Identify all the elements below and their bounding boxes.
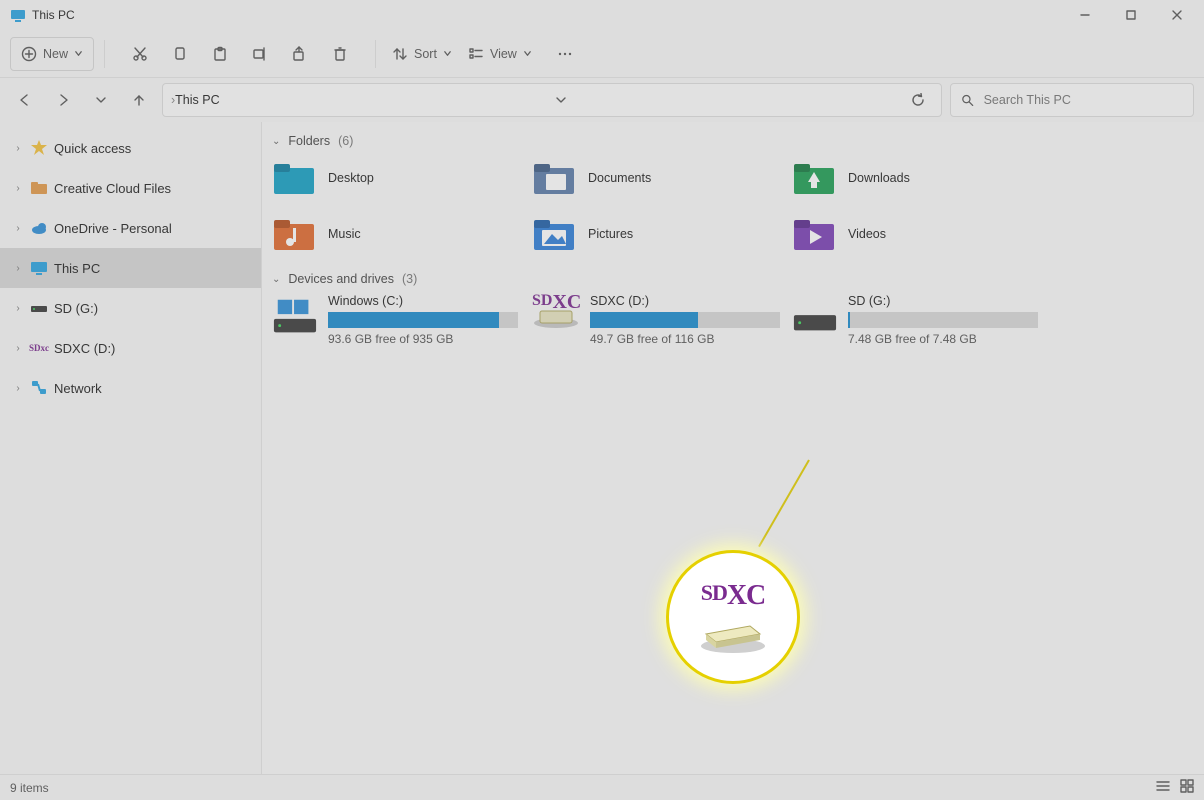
- status-bar: 9 items: [0, 774, 1204, 800]
- chevron-right-icon[interactable]: ›: [12, 383, 24, 394]
- videos-folder-icon: [792, 216, 836, 252]
- pictures-folder-icon: [532, 216, 576, 252]
- window-title: This PC: [32, 8, 75, 22]
- address-dropdown[interactable]: [546, 85, 576, 115]
- copy-button[interactable]: [165, 37, 195, 71]
- share-button[interactable]: [285, 37, 315, 71]
- sort-button[interactable]: Sort: [386, 37, 458, 71]
- refresh-button[interactable]: [903, 85, 933, 115]
- minimize-button[interactable]: [1062, 0, 1108, 30]
- sidebar-item-network[interactable]: › Network: [0, 368, 261, 408]
- chevron-right-icon[interactable]: ›: [12, 183, 24, 194]
- music-folder-icon: [272, 216, 316, 252]
- app-icon: [10, 7, 26, 23]
- new-button[interactable]: New: [10, 37, 94, 71]
- view-button[interactable]: View: [462, 37, 538, 71]
- paste-button[interactable]: [205, 37, 235, 71]
- storage-bar: [848, 312, 1038, 328]
- up-button[interactable]: [124, 85, 154, 115]
- folder-icon: [30, 179, 48, 197]
- chevron-right-icon[interactable]: ›: [12, 143, 24, 154]
- sdxc-drive-icon: SDXC: [532, 294, 580, 338]
- search-icon: [961, 93, 974, 107]
- maximize-button[interactable]: [1108, 0, 1154, 30]
- delete-button[interactable]: [325, 37, 355, 71]
- address-bar[interactable]: › This PC: [162, 83, 942, 117]
- sort-label: Sort: [414, 47, 437, 61]
- sidebar-item-onedrive[interactable]: › OneDrive - Personal: [0, 208, 261, 248]
- icons-view-button[interactable]: [1180, 779, 1194, 796]
- sidebar-label: Network: [54, 381, 102, 396]
- sidebar-label: SDXC (D:): [54, 341, 115, 356]
- sidebar-label: SD (G:): [54, 301, 98, 316]
- sidebar-item-sdxc-d[interactable]: › SDxc SDXC (D:): [0, 328, 261, 368]
- storage-bar: [590, 312, 780, 328]
- sidebar-item-sd-g[interactable]: › SD (G:): [0, 288, 261, 328]
- chevron-right-icon[interactable]: ›: [12, 343, 24, 354]
- sidebar-label: Creative Cloud Files: [54, 181, 171, 196]
- breadcrumb[interactable]: This PC: [175, 93, 219, 107]
- folders-header[interactable]: ⌄ Folders (6): [272, 134, 1204, 148]
- chevron-down-icon[interactable]: ⌄: [272, 136, 280, 147]
- chevron-down-icon[interactable]: ⌄: [272, 274, 280, 285]
- sidebar-item-creative-cloud[interactable]: › Creative Cloud Files: [0, 168, 261, 208]
- cut-button[interactable]: [125, 37, 155, 71]
- documents-folder-icon: [532, 160, 576, 196]
- navbar: › This PC: [0, 78, 1204, 122]
- close-button[interactable]: [1154, 0, 1200, 30]
- folder-downloads[interactable]: Downloads: [792, 156, 1052, 200]
- star-icon: [30, 139, 48, 157]
- sidebar-item-this-pc[interactable]: › This PC: [0, 248, 261, 288]
- recent-dropdown[interactable]: [86, 85, 116, 115]
- search-input[interactable]: [984, 93, 1183, 107]
- cloud-icon: [30, 219, 48, 237]
- drive-sdxc-d[interactable]: SDXC SDXC (D:) 49.7 GB free of 116 GB: [532, 294, 792, 346]
- drives-header[interactable]: ⌄ Devices and drives (3): [272, 272, 1204, 286]
- cardreader-icon: [698, 614, 768, 654]
- ext-drive-icon: [792, 294, 838, 338]
- sidebar-item-quick-access[interactable]: › Quick access: [0, 128, 261, 168]
- folder-desktop[interactable]: Desktop: [272, 156, 532, 200]
- folder-music[interactable]: Music: [272, 212, 532, 256]
- titlebar: This PC: [0, 0, 1204, 30]
- drive-windows-c[interactable]: Windows (C:) 93.6 GB free of 935 GB: [272, 294, 532, 346]
- folder-documents[interactable]: Documents: [532, 156, 792, 200]
- item-count: 9 items: [10, 781, 49, 795]
- drive-sd-g[interactable]: SD (G:) 7.48 GB free of 7.48 GB: [792, 294, 1052, 346]
- storage-bar: [328, 312, 518, 328]
- sdxc-icon: SDxc: [30, 339, 48, 357]
- os-drive-icon: [272, 294, 318, 338]
- search-bar[interactable]: [950, 83, 1194, 117]
- desktop-folder-icon: [272, 160, 316, 196]
- sidebar-label: This PC: [54, 261, 100, 276]
- network-icon: [30, 379, 48, 397]
- sidebar: › Quick access › Creative Cloud Files › …: [0, 122, 262, 774]
- drive-icon: [30, 299, 48, 317]
- toolbar: New Sort View: [0, 30, 1204, 78]
- sidebar-label: OneDrive - Personal: [54, 221, 172, 236]
- chevron-right-icon[interactable]: ›: [12, 263, 24, 274]
- content-pane: ⌄ Folders (6) Desktop Documents Download…: [262, 122, 1204, 774]
- view-label: View: [490, 47, 517, 61]
- callout-bubble: SDXC: [666, 550, 800, 684]
- sidebar-label: Quick access: [54, 141, 131, 156]
- rename-button[interactable]: [245, 37, 275, 71]
- back-button[interactable]: [10, 85, 40, 115]
- downloads-folder-icon: [792, 160, 836, 196]
- details-view-button[interactable]: [1156, 779, 1170, 796]
- folder-videos[interactable]: Videos: [792, 212, 1052, 256]
- folder-pictures[interactable]: Pictures: [532, 212, 792, 256]
- forward-button[interactable]: [48, 85, 78, 115]
- callout-line: [758, 460, 810, 548]
- chevron-right-icon[interactable]: ›: [12, 303, 24, 314]
- more-button[interactable]: [550, 37, 580, 71]
- pc-icon: [30, 259, 48, 277]
- chevron-right-icon[interactable]: ›: [12, 223, 24, 234]
- new-label: New: [43, 47, 68, 61]
